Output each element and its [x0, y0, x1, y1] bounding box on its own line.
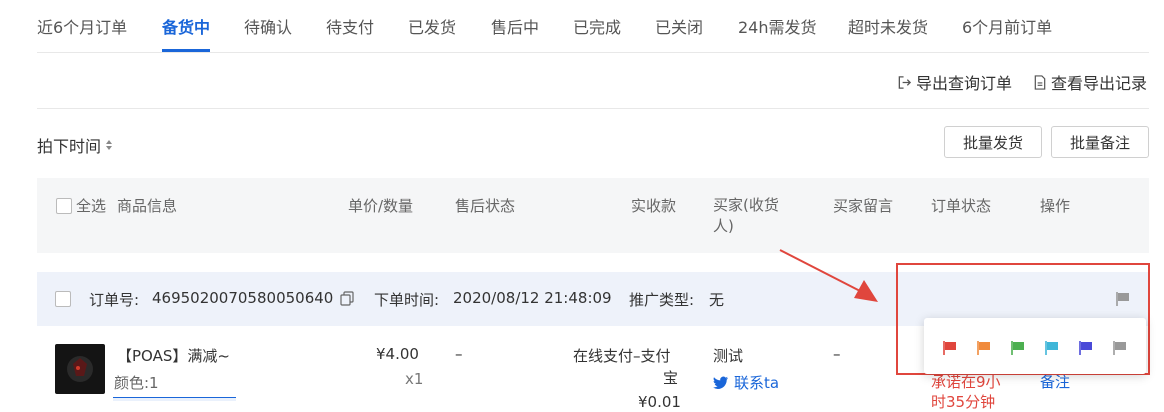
quantity: x1 — [405, 370, 424, 388]
tab-pending-payment[interactable]: 待支付 — [326, 14, 374, 38]
tab-overdue-ship[interactable]: 超时未发货 — [848, 14, 928, 38]
select-all-label: 全选 — [76, 197, 107, 215]
col-after-sale: 售后状态 — [455, 197, 516, 215]
promo-type-label: 推广类型: — [629, 291, 695, 309]
product-image — [67, 356, 93, 382]
promo-type: 无 — [709, 291, 725, 309]
tab-closed[interactable]: 已关闭 — [655, 14, 703, 38]
order-number-label: 订单号: — [89, 291, 140, 309]
contact-label: 联系ta — [734, 374, 780, 392]
export-icon — [898, 75, 912, 89]
copy-icon[interactable] — [340, 291, 354, 306]
buyer-message: – — [833, 345, 841, 363]
payment-method: 在线支付–支付 — [573, 347, 671, 365]
sort-label: 拍下时间 — [37, 137, 102, 156]
payment-method-line2: 宝 — [663, 369, 679, 387]
after-sale-status: – — [455, 345, 463, 363]
document-icon — [1034, 74, 1046, 90]
bird-icon — [713, 376, 728, 389]
col-buyer-message: 买家留言 — [833, 197, 894, 215]
export-records-label: 查看导出记录 — [1051, 74, 1148, 93]
batch-ship-button[interactable]: 批量发货 — [944, 126, 1042, 158]
col-buyer: 买家(收货人) — [713, 196, 779, 235]
product-tag — [113, 397, 236, 401]
order-time: 2020/08/12 21:48:09 — [453, 289, 612, 307]
flag-orange-icon[interactable] — [976, 340, 992, 356]
toolbar-divider — [37, 108, 1149, 109]
export-orders-button[interactable]: 导出查询订单 — [897, 70, 1012, 94]
order-time-label: 下单时间: — [374, 291, 440, 309]
batch-note-button[interactable]: 批量备注 — [1051, 126, 1149, 158]
contact-buyer-link[interactable]: 联系ta — [713, 372, 779, 393]
product-thumbnail[interactable] — [55, 344, 105, 394]
received-amount: ¥0.01 — [638, 393, 681, 411]
action-link-clipped[interactable] — [1040, 393, 1080, 400]
sort-icon — [106, 140, 113, 150]
col-product-info: 商品信息 — [117, 197, 178, 215]
export-records-button[interactable]: 查看导出记录 — [1033, 70, 1147, 94]
flag-gray-icon[interactable] — [1112, 340, 1128, 356]
flag-green-icon[interactable] — [1010, 340, 1026, 356]
unit-price: ¥4.00 — [376, 345, 419, 363]
tab-after-sale[interactable]: 售后中 — [491, 14, 539, 38]
annotation-arrow — [779, 249, 878, 302]
tab-completed[interactable]: 已完成 — [573, 14, 621, 38]
flag-cyan-icon[interactable] — [1044, 340, 1060, 356]
buyer-name: 测试 — [713, 347, 744, 365]
sort-by-time[interactable]: 拍下时间 — [37, 133, 113, 157]
flag-red-icon[interactable] — [942, 340, 958, 356]
tab-shipped[interactable]: 已发货 — [408, 14, 456, 38]
tab-24h-ship[interactable]: 24h需发货 — [738, 14, 817, 38]
tab-preparing[interactable]: 备货中 — [162, 14, 210, 38]
tabs-divider — [37, 52, 1149, 53]
order-status-line2: 时35分钟 — [931, 393, 996, 411]
select-all-checkbox[interactable] — [56, 198, 72, 214]
col-order-status: 订单状态 — [931, 197, 992, 215]
tab-recent-6-months[interactable]: 近6个月订单 — [37, 14, 127, 38]
col-actions: 操作 — [1040, 197, 1071, 215]
col-price-qty: 单价/数量 — [348, 197, 414, 215]
tab-pending-confirm[interactable]: 待确认 — [244, 14, 292, 38]
product-spec: 颜色:1 — [114, 374, 159, 392]
product-title[interactable]: 【POAS】满减~ — [117, 345, 230, 366]
col-received: 实收款 — [631, 197, 677, 215]
export-orders-label: 导出查询订单 — [916, 74, 1013, 93]
order-number: 4695020070580050640 — [152, 289, 334, 307]
tab-older-orders[interactable]: 6个月前订单 — [962, 14, 1052, 38]
order-checkbox[interactable] — [55, 291, 71, 307]
flag-blue-icon[interactable] — [1078, 340, 1094, 356]
